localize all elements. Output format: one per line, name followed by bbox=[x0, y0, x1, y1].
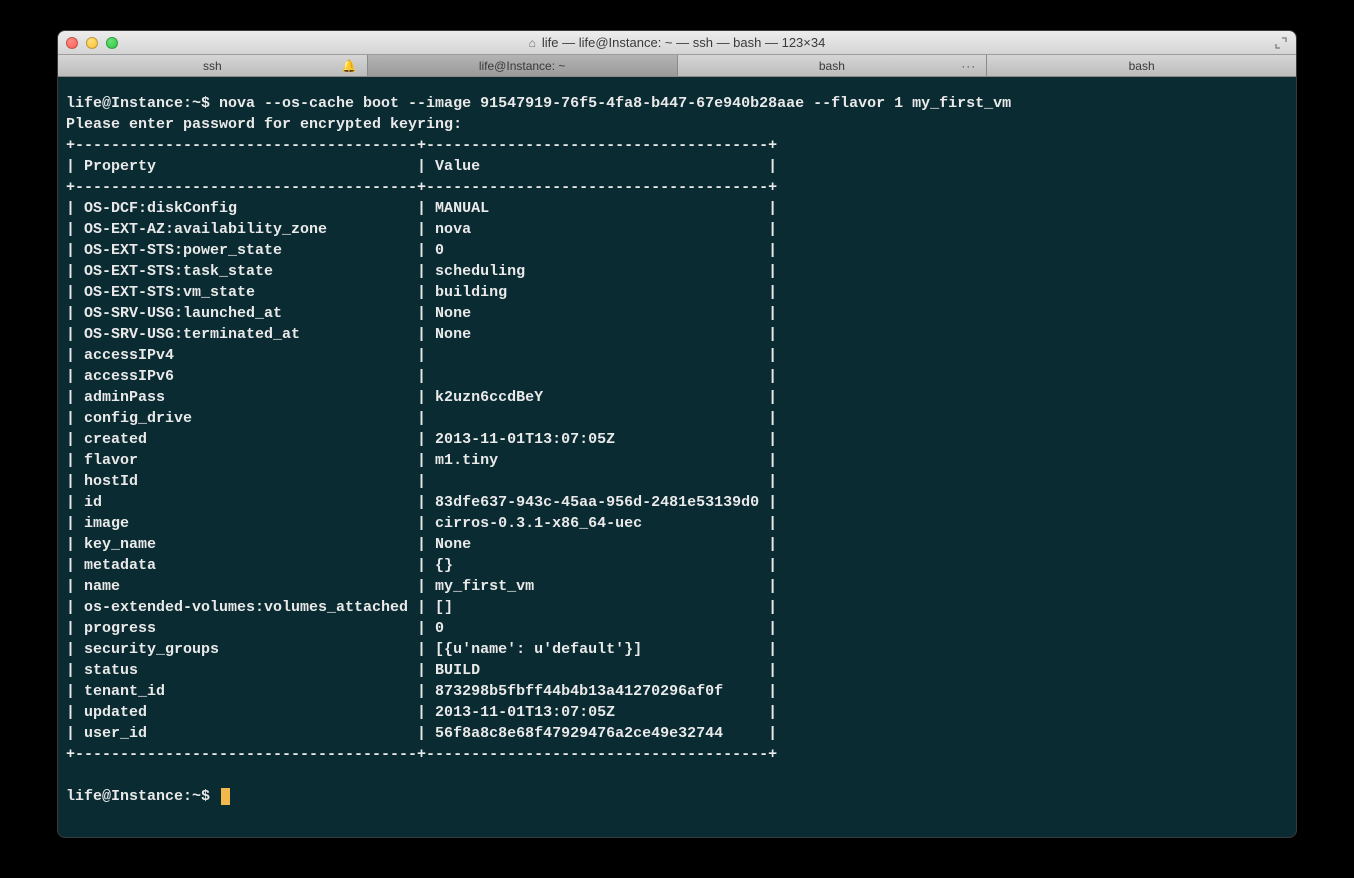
close-icon[interactable] bbox=[66, 37, 78, 49]
titlebar[interactable]: ⌂ life — life@Instance: ~ — ssh — bash —… bbox=[58, 31, 1296, 55]
tab-bash-1[interactable]: bash ··· bbox=[678, 55, 988, 76]
tab-label: ssh bbox=[203, 59, 222, 73]
ellipsis-icon: ··· bbox=[961, 59, 976, 73]
tab-life-instance[interactable]: life@Instance: ~ bbox=[368, 55, 678, 76]
tab-label: life@Instance: ~ bbox=[479, 59, 566, 73]
tab-label: bash bbox=[819, 59, 845, 73]
window-title-text: life — life@Instance: ~ — ssh — bash — 1… bbox=[542, 35, 825, 50]
traffic-lights bbox=[66, 37, 118, 49]
expand-icon[interactable] bbox=[1274, 36, 1288, 50]
cursor bbox=[221, 788, 230, 805]
bell-icon: 🔔 bbox=[342, 59, 357, 73]
tab-label: bash bbox=[1129, 59, 1155, 73]
terminal-output[interactable]: life@Instance:~$ nova --os-cache boot --… bbox=[58, 77, 1296, 837]
tab-bar: ssh 🔔 life@Instance: ~ bash ··· bash bbox=[58, 55, 1296, 77]
window-title: ⌂ life — life@Instance: ~ — ssh — bash —… bbox=[58, 35, 1296, 50]
terminal-window: ⌂ life — life@Instance: ~ — ssh — bash —… bbox=[57, 30, 1297, 838]
tab-bash-2[interactable]: bash bbox=[987, 55, 1296, 76]
tab-ssh[interactable]: ssh 🔔 bbox=[58, 55, 368, 76]
zoom-icon[interactable] bbox=[106, 37, 118, 49]
minimize-icon[interactable] bbox=[86, 37, 98, 49]
home-icon: ⌂ bbox=[529, 36, 536, 50]
